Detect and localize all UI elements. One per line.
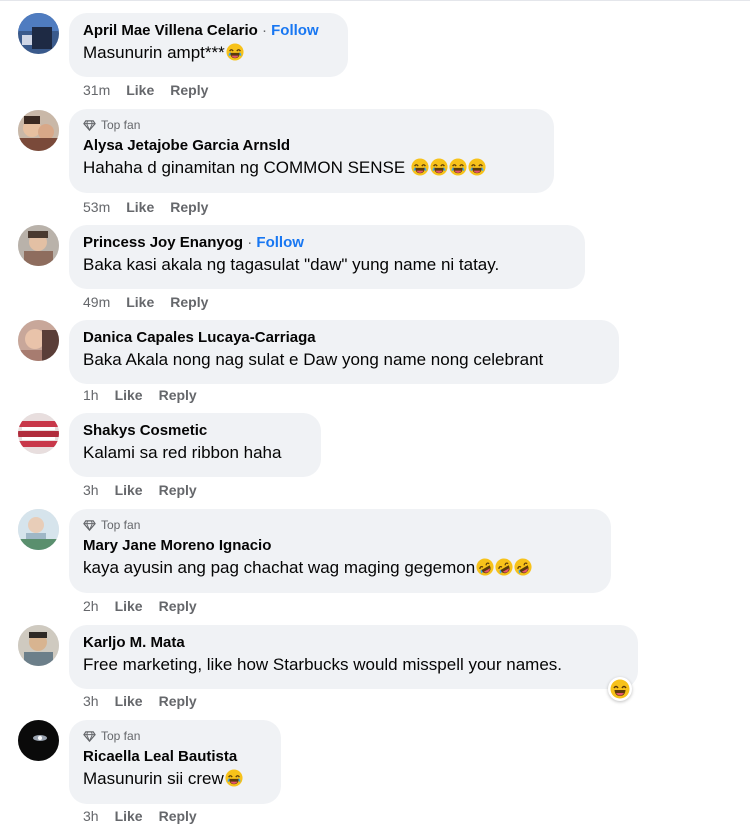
comment-actions: 31m Like Reply [83,82,208,98]
follow-button[interactable]: Follow [256,234,304,251]
reply-button[interactable]: Reply [159,808,197,824]
comment-bubble: Princess Joy Enanyog · Follow Baka kasi … [69,225,585,289]
comment-author[interactable]: Karljo M. Mata [83,634,185,651]
comment-author[interactable]: April Mae Villena Celario [83,22,258,39]
reply-button[interactable]: Reply [159,387,197,403]
avatar[interactable] [18,413,59,454]
comment-text: Masunurin sii crew [83,769,224,788]
comment-actions: 49m Like Reply [83,294,208,310]
comment-author[interactable]: Ricaella Leal Bautista [83,748,237,765]
top-fan-badge: Top fan [83,728,269,744]
avatar[interactable] [18,320,59,361]
comment-author[interactable]: Princess Joy Enanyog [83,234,243,251]
avatar[interactable] [18,110,59,151]
separator-dot: · [243,234,257,251]
like-button[interactable]: Like [115,387,143,403]
reply-button[interactable]: Reply [170,82,208,98]
comment-text: Kalami sa red ribbon haha [83,443,282,462]
comment-bubble: April Mae Villena Celario · Follow Masun… [69,13,348,77]
diamond-icon [83,519,96,531]
comment-actions: 2h Like Reply [83,598,197,614]
comment-actions: 3h Like Reply [83,482,197,498]
avatar[interactable] [18,625,59,666]
laughing-emoji-icon [226,43,244,61]
like-button[interactable]: Like [126,199,154,215]
like-button[interactable]: Like [115,598,143,614]
top-fan-badge: Top fan [83,117,542,133]
laughing-emoji-icon [430,158,448,176]
comment-time[interactable]: 3h [83,693,99,709]
comment-author[interactable]: Shakys Cosmetic [83,422,207,439]
comment-text: Free marketing, like how Starbucks would… [83,655,563,674]
reply-button[interactable]: Reply [159,598,197,614]
comment-author[interactable]: Alysa Jetajobe Garcia Arnsld [83,137,290,154]
comment-actions: 3h Like Reply [83,693,197,709]
like-button[interactable]: Like [126,82,154,98]
avatar[interactable] [18,13,59,54]
comment-text: Baka kasi akala ng tagasulat "daw" yung … [83,255,500,274]
comment-text: Masunurin ampt*** [83,43,225,62]
like-button[interactable]: Like [115,693,143,709]
reply-button[interactable]: Reply [159,693,197,709]
comment-time[interactable]: 49m [83,294,110,310]
comment-author[interactable]: Mary Jane Moreno Ignacio [83,537,271,554]
comment-time[interactable]: 1h [83,387,99,403]
separator-dot: · [257,22,272,39]
reply-button[interactable]: Reply [170,199,208,215]
comment-time[interactable]: 31m [83,82,110,98]
top-fan-label: Top fan [101,518,141,532]
reply-button[interactable]: Reply [170,294,208,310]
rofl-emoji-icon [514,558,532,576]
like-button[interactable]: Like [115,482,143,498]
comment-text: Baka Akala nong nag sulat e Daw yong nam… [83,350,544,369]
laughing-emoji-icon [225,769,243,787]
top-fan-badge: Top fan [83,517,599,533]
comment-actions: 3h Like Reply [83,808,197,824]
diamond-icon [83,730,96,742]
comment-time[interactable]: 3h [83,808,99,824]
avatar[interactable] [18,720,59,761]
comment-author[interactable]: Danica Capales Lucaya-Carriaga [83,329,316,346]
laughing-emoji-icon [411,158,429,176]
laughing-emoji-icon [608,677,632,701]
comment-time[interactable]: 53m [83,199,110,215]
avatar[interactable] [18,225,59,266]
comment-text: kaya ayusin ang pag chachat wag maging g… [83,558,476,577]
laughing-emoji-icon [468,158,486,176]
diamond-icon [83,119,96,131]
reply-button[interactable]: Reply [159,482,197,498]
like-button[interactable]: Like [115,808,143,824]
like-button[interactable]: Like [126,294,154,310]
follow-button[interactable]: Follow [271,22,319,39]
comment-time[interactable]: 3h [83,482,99,498]
comment-actions: 53m Like Reply [83,199,208,215]
top-fan-label: Top fan [101,118,141,132]
comment-actions: 1h Like Reply [83,387,197,403]
comment-bubble: Danica Capales Lucaya-Carriaga Baka Akal… [69,320,619,384]
comment-bubble: Top fan Alysa Jetajobe Garcia Arnsld Hah… [69,109,554,193]
comment-time[interactable]: 2h [83,598,99,614]
comment-bubble: Karljo M. Mata Free marketing, like how … [69,625,638,689]
rofl-emoji-icon [495,558,513,576]
comment-text: Hahaha d ginamitan ng COMMON SENSE [83,158,406,177]
comment-bubble: Top fan Ricaella Leal Bautista Masunurin… [69,720,281,804]
comment-bubble: Top fan Mary Jane Moreno Ignacio kaya ay… [69,509,611,593]
laughing-emoji-icon [449,158,467,176]
top-divider [0,0,750,1]
comment-bubble: Shakys Cosmetic Kalami sa red ribbon hah… [69,413,321,477]
rofl-emoji-icon [476,558,494,576]
top-fan-label: Top fan [101,729,141,743]
avatar[interactable] [18,509,59,550]
